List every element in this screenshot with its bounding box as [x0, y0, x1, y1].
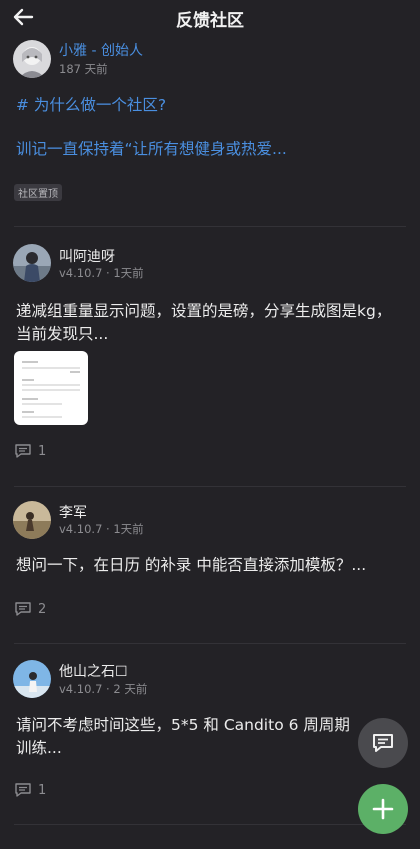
post-meta: v4.10.7 · 2 天前: [59, 682, 148, 696]
post-item[interactable]: 他山之石☐ v4.10.7 · 2 天前 请问不考虑时间这些，5*5 和 Can…: [0, 643, 420, 823]
post-meta: v4.10.7 · 1天前: [59, 266, 144, 280]
comment-count[interactable]: 2: [14, 601, 46, 617]
comment-icon: [15, 444, 31, 458]
comment-count[interactable]: 1: [14, 443, 46, 459]
author-name[interactable]: 李军: [59, 502, 87, 522]
comment-icon: [15, 602, 31, 616]
comment-count[interactable]: 1: [14, 782, 46, 798]
divider: [14, 824, 406, 825]
post-text[interactable]: 想问一下，在日历 的补录 中能否直接添加模板？...: [16, 554, 406, 577]
comment-count-value: 1: [38, 443, 47, 459]
plus-icon: [372, 798, 394, 820]
author-name[interactable]: 叫阿迪呀: [59, 246, 115, 266]
message-square-icon: [373, 734, 393, 752]
pinned-post[interactable]: 小雅 - 创始人 187 天前 # 为什么做一个社区? 训记一直保持着“让所有想…: [0, 0, 420, 215]
pinned-badge: 社区置顶: [14, 184, 62, 201]
post-item[interactable]: 李军 v4.10.7 · 1天前 想问一下，在日历 的补录 中能否直接添加模板？…: [0, 486, 420, 643]
avatar[interactable]: [13, 660, 51, 698]
post-title[interactable]: # 为什么做一个社区?: [16, 94, 406, 117]
post-image-thumbnail[interactable]: [14, 351, 88, 425]
post-time: 187 天前: [59, 62, 108, 76]
avatar[interactable]: [13, 501, 51, 539]
post-excerpt[interactable]: 训记一直保持着“让所有想健身或热爱...: [16, 138, 406, 161]
avatar[interactable]: [13, 244, 51, 282]
comment-count-value: 1: [38, 782, 47, 798]
post-text[interactable]: 递减组重量显示问题，设置的是磅，分享生成图是kg，当前发现只...: [16, 300, 406, 346]
avatar[interactable]: [13, 40, 51, 78]
comment-count-value: 2: [38, 601, 47, 617]
comment-icon: [15, 783, 31, 797]
feedback-fab-button[interactable]: [358, 718, 408, 768]
post-text[interactable]: 请问不考虑时间这些，5*5 和 Candito 6 周周期训练...: [16, 714, 350, 760]
author-name[interactable]: 他山之石☐: [59, 661, 128, 681]
post-meta: v4.10.7 · 1天前: [59, 522, 144, 536]
add-post-button[interactable]: [358, 784, 408, 834]
author-name[interactable]: 小雅 - 创始人: [59, 40, 143, 60]
post-item[interactable]: 叫阿迪呀 v4.10.7 · 1天前 递减组重量显示问题，设置的是磅，分享生成图…: [0, 226, 420, 486]
